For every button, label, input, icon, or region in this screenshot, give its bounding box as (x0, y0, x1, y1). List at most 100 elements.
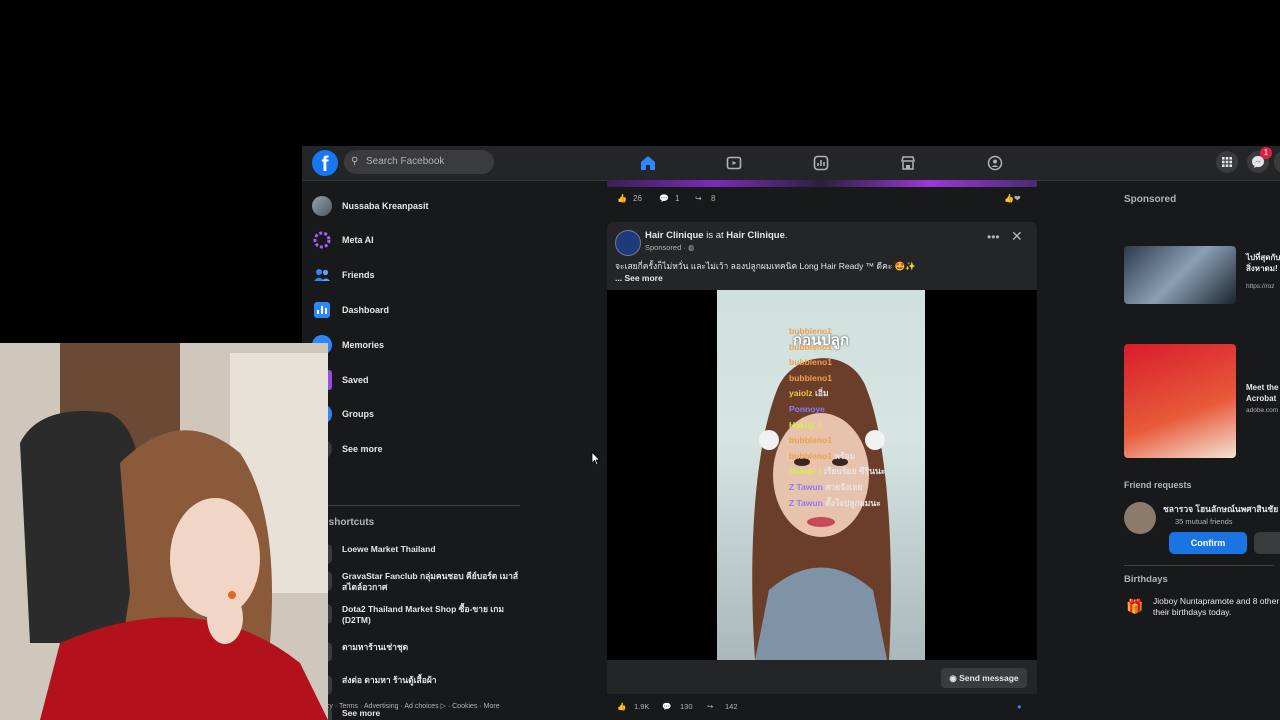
chat-user: yaiolz (789, 388, 813, 399)
profile-avatar (312, 196, 332, 216)
post-body: จะเสยกี่ครั้งก็ไม่หวั่น และไม่เว้า ลองปล… (615, 261, 916, 271)
ad-headline: Meet the Acrobat (1246, 383, 1279, 403)
chat-message: Hakuji_l (789, 418, 929, 434)
more-options-icon[interactable]: ••• (987, 230, 1000, 244)
is-at-text: is at (703, 230, 727, 241)
page-avatar[interactable] (615, 230, 641, 256)
like-icon[interactable]: 👍 (617, 194, 627, 203)
share-count: 8 (711, 194, 716, 203)
shortcuts-heading: r shortcuts (322, 517, 375, 528)
messenger-icon[interactable]: 1 (1247, 147, 1272, 173)
gift-icon: 🎁 (1126, 598, 1144, 614)
share-icon[interactable]: ↪ (707, 702, 713, 711)
page-name[interactable]: Hair Clinique (645, 230, 704, 241)
top-bar: f ⚲ Search Facebook 1 (302, 146, 1280, 181)
search-input[interactable]: ⚲ Search Facebook (344, 150, 494, 174)
chat-user: bubbleno1 (789, 326, 832, 336)
reaction-icons: 👍❤ (1004, 194, 1021, 203)
share-icon[interactable]: ↪ (695, 194, 702, 203)
globe-icon: ◍ (687, 243, 695, 252)
comment-icon[interactable]: 💬 (659, 194, 669, 203)
chat-user: Ponnoye (789, 403, 825, 414)
sidebar-item-label: Memories (342, 340, 385, 350)
shortcut-label: Dota2 Thailand Market Shop ซื้อ-ขาย เกม … (342, 604, 504, 625)
dashboard-icon (312, 300, 332, 320)
comment-count: 1 (675, 194, 680, 203)
see-more-link[interactable]: ... See more (615, 273, 663, 283)
chat-text: เรียบร้อย ซีรีนนะ (823, 466, 886, 477)
confirm-button[interactable]: Confirm (1169, 532, 1247, 554)
ad-item[interactable]: ไปที่สุดกับสิ่งหาดม! https://roz (1124, 246, 1280, 316)
meta-ai-icon (312, 230, 332, 250)
chat-message: Ponnoye (789, 402, 929, 418)
sponsored-text: Sponsored · (645, 243, 688, 252)
messenger-icon: ◉ (949, 673, 957, 683)
like-count: 26 (633, 194, 642, 203)
search-icon: ⚲ (351, 156, 359, 167)
sponsored-heading: Sponsored (1124, 194, 1177, 205)
like-count: 1.9K (634, 702, 650, 711)
ad-image (1124, 344, 1236, 458)
ad-item[interactable]: Meet the Acrobat adobe.com (1124, 344, 1280, 460)
chat-message: bubbleno1 (789, 340, 929, 356)
send-message-label: Send message (959, 673, 1019, 683)
groups-icon[interactable] (984, 152, 1006, 174)
chat-text: ตั้งใจปลูกผมนะ (825, 497, 881, 508)
sponsored-label: Sponsored · ◍ (645, 243, 695, 252)
ad-headline: ไปที่สุดกับสิ่งหาดม! (1246, 253, 1280, 273)
send-message-button[interactable]: ◉ Send message (941, 668, 1027, 688)
feeds-icon[interactable] (810, 152, 832, 174)
chat-message: Z Tawun ตั้งใจปลูกผมนะ (789, 496, 929, 512)
menu-grid-icon[interactable] (1216, 151, 1238, 173)
chat-message: bubbleno1 (789, 433, 929, 449)
sidebar-item-label: Groups (342, 409, 375, 419)
post-header: Hair Clinique is at Hair Clinique. (645, 230, 788, 241)
chat-user: Z Tawun (789, 497, 823, 508)
webcam-overlay (0, 343, 328, 720)
chat-message: bubbleno1 (789, 371, 929, 387)
video-icon[interactable] (723, 152, 745, 174)
sidebar-item-label: Nussaba Kreanpasit (342, 201, 429, 211)
mutual-friends: 35 mutual friends (1175, 517, 1233, 526)
sidebar-item-label: See more (342, 444, 383, 454)
chat-text: สวยจังเลย (825, 481, 863, 492)
facebook-logo[interactable]: f (312, 150, 338, 176)
delete-button[interactable] (1254, 532, 1280, 554)
footer-links[interactable]: acy · Terms · Advertising · Ad choices ▷… (322, 702, 500, 710)
left-sidebar: Nussaba Kreanpasit Meta AI Friends Dashb… (302, 182, 532, 720)
home-icon[interactable] (637, 152, 659, 174)
chat-message: bubbleno1 (789, 324, 929, 340)
shortcut-label: ตามหาร้านเช่าชุด (342, 642, 409, 652)
chat-user: Hakuji_l (789, 419, 822, 430)
sidebar-divider (312, 505, 520, 506)
chat-user: bubbleno1 (789, 357, 832, 368)
close-icon[interactable]: ✕ (1011, 228, 1023, 245)
ad-image (1124, 246, 1236, 304)
notifications-icon[interactable] (1274, 151, 1280, 173)
chat-message: yaiolz เอิ่ม (789, 386, 929, 402)
post-cta-bar: ◉ Send message (607, 662, 1037, 694)
sidebar-item-label: Meta AI (342, 235, 374, 245)
friend-request-avatar[interactable] (1124, 502, 1156, 534)
chat-message: Hakuji_l เรียบร้อย ซีรีนนะ (789, 464, 929, 480)
ad-url: https://roz (1246, 283, 1275, 290)
previous-post-actions: 👍 26 💬 1 ↪ 8 👍❤ (607, 188, 1037, 212)
like-icon[interactable]: 👍 (617, 702, 626, 711)
chat-message: Z Tawun สวยจังเลย (789, 480, 929, 496)
right-column: Sponsored ไปที่สุดกับสิ่งหาดม! https://r… (1117, 180, 1280, 720)
marketplace-icon[interactable] (897, 152, 919, 174)
reaction-icons: ● (1017, 702, 1022, 711)
location-name[interactable]: Hair Clinique (726, 230, 785, 241)
chat-text: พร้อม (834, 450, 856, 461)
friend-request-name[interactable]: ชลารวจ โฮนลักษณ์นพศาสินชัย (1163, 502, 1278, 516)
shortcut-label: ส่งต่อ ตามหา ร้านตู้เสื้อผ้า (342, 675, 437, 685)
mouse-cursor (591, 450, 601, 471)
sidebar-item-label: Dashboard (342, 305, 390, 315)
shortcut-label: Loewe Market Thailand (342, 544, 436, 554)
post-actions: 👍 1.9K 💬 130 ↪ 142 ● (607, 696, 1037, 720)
messenger-badge: 1 (1260, 147, 1272, 159)
chat-user: bubbleno1 (789, 341, 832, 352)
divider (1124, 565, 1274, 566)
comment-icon[interactable]: 💬 (662, 702, 671, 711)
birthdays-heading: Birthdays (1124, 574, 1168, 585)
